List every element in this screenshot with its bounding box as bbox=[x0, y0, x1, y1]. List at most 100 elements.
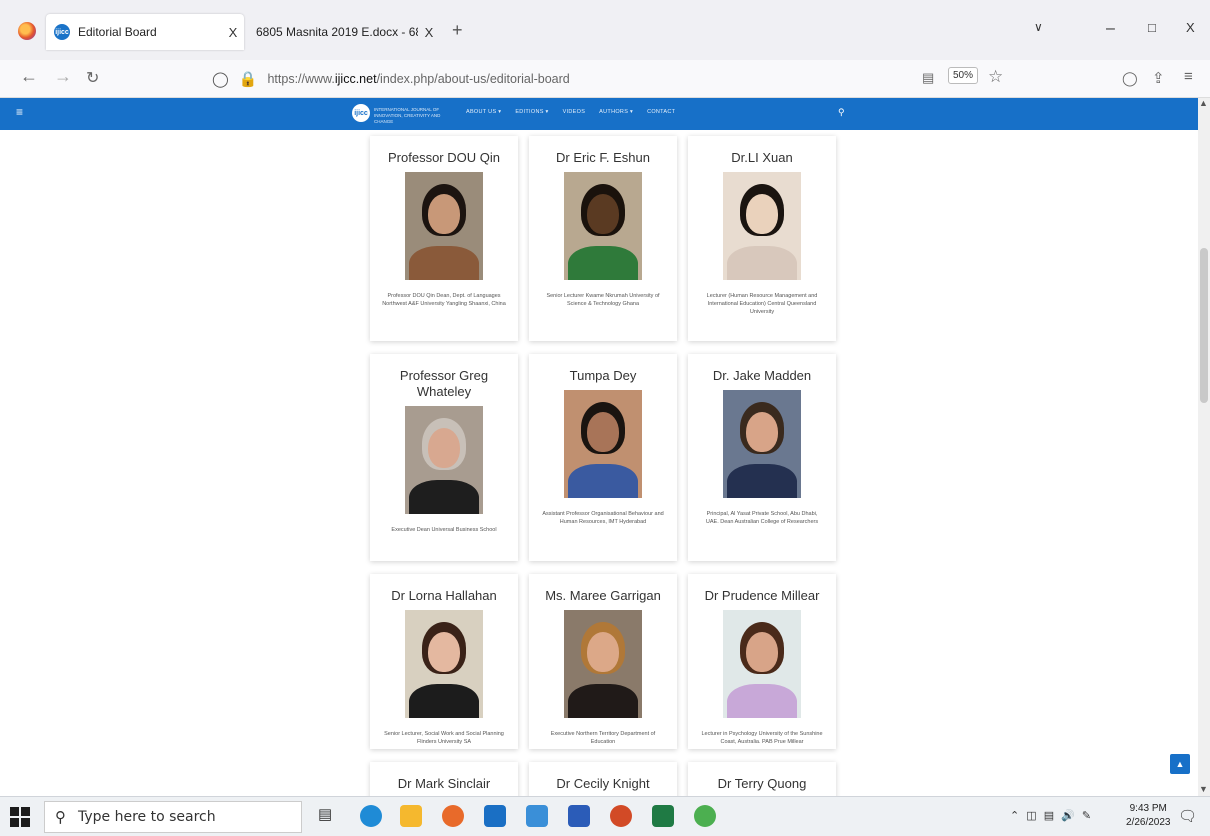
site-navbar: ≡ ijicc INTERNATIONAL JOURNAL OF INNOVAT… bbox=[0, 98, 1198, 130]
board-member-name: Dr Mark Sinclair bbox=[397, 776, 491, 791]
board-member-photo bbox=[564, 390, 642, 498]
board-member-description: Professor DOU Qin Dean, Dept. of Languag… bbox=[382, 293, 506, 307]
close-window-button[interactable]: X bbox=[1186, 20, 1195, 35]
board-member-photo bbox=[405, 610, 483, 718]
photo-face bbox=[587, 412, 619, 452]
windows-taskbar: ⚲ Type here to search ▤ ⌃ ◫ ▤ 🔊 ✎ 9:43 P… bbox=[0, 796, 1210, 836]
menu-videos[interactable]: VIDEOS bbox=[563, 109, 586, 115]
ijicc-favicon-icon: ijicc bbox=[54, 24, 70, 40]
back-to-top-button[interactable]: ▲ bbox=[1170, 754, 1190, 774]
photo-face bbox=[746, 632, 778, 672]
photo-face bbox=[587, 632, 619, 672]
menu-contact[interactable]: CONTACT bbox=[647, 109, 675, 115]
site-logo[interactable]: ijicc bbox=[352, 104, 370, 122]
menu-authors[interactable]: AUTHORS ▾ bbox=[599, 109, 633, 115]
bookmark-star-icon[interactable]: ☆ bbox=[988, 67, 1003, 87]
page-scrollbar[interactable]: ▲ ▼ bbox=[1198, 98, 1210, 796]
minimize-button[interactable]: – bbox=[1106, 20, 1115, 38]
clock-time: 9:43 PM bbox=[1129, 803, 1167, 814]
taskbar-clock[interactable]: 9:43 PM 2/26/2023 bbox=[1126, 802, 1171, 830]
tab-editorial-board[interactable]: ijicc Editorial Board X bbox=[46, 14, 244, 50]
photo-body bbox=[568, 684, 638, 718]
url-host: ijicc.net bbox=[334, 72, 377, 86]
back-icon[interactable]: ← bbox=[20, 66, 38, 87]
powerpoint-icon[interactable] bbox=[610, 805, 632, 827]
new-tab-button[interactable]: + bbox=[452, 20, 463, 41]
search-icon: ⚲ bbox=[55, 808, 66, 826]
board-member-card: Dr. Jake Madden Principal, Al Yasat Priv… bbox=[688, 354, 836, 561]
board-member-description: Principal, Al Yasat Private School, Abu … bbox=[705, 511, 819, 525]
photo-face bbox=[428, 428, 460, 468]
scroll-up-icon[interactable]: ▲ bbox=[1199, 98, 1208, 108]
board-member-photo bbox=[564, 172, 642, 280]
board-member-photo bbox=[723, 610, 801, 718]
tab-docx[interactable]: 6805 Masnita 2019 E.docx - 6805_M… X bbox=[250, 14, 440, 50]
store-icon[interactable] bbox=[526, 805, 548, 827]
board-member-description: Lecturer (Human Resource Management and … bbox=[706, 293, 818, 315]
task-view-icon[interactable]: ▤ bbox=[318, 805, 340, 827]
menu-about-us[interactable]: ABOUT US ▾ bbox=[466, 109, 501, 115]
browser-tabstrip: ijicc Editorial Board X 6805 Masnita 201… bbox=[0, 0, 1210, 60]
photo-face bbox=[746, 412, 778, 452]
firefox-logo-icon[interactable] bbox=[18, 22, 36, 40]
share-icon[interactable]: ⇪ bbox=[1152, 69, 1165, 87]
edge-icon[interactable] bbox=[360, 805, 382, 827]
photo-face bbox=[587, 194, 619, 234]
board-member-card: Dr Eric F. Eshun Senior Lecturer Kwame N… bbox=[529, 136, 677, 341]
editorial-board-grid: Professor DOU Qin Professor DOU Qin Dean… bbox=[370, 136, 836, 796]
menu-editions[interactable]: EDITIONS ▾ bbox=[515, 109, 548, 115]
lock-icon[interactable]: 🔒 bbox=[239, 70, 258, 88]
board-member-name: Dr Cecily Knight bbox=[556, 776, 650, 791]
board-member-card: Ms. Maree Garrigan Executive Northern Te… bbox=[529, 574, 677, 749]
board-member-card: Tumpa Dey Assistant Professor Organisati… bbox=[529, 354, 677, 561]
tracking-shield-icon[interactable]: ◯ bbox=[212, 70, 229, 88]
board-member-photo bbox=[564, 610, 642, 718]
excel-icon[interactable] bbox=[652, 805, 674, 827]
scroll-down-icon[interactable]: ▼ bbox=[1199, 784, 1208, 794]
scroll-thumb[interactable] bbox=[1200, 248, 1208, 403]
board-member-card: Dr Cecily Knight bbox=[529, 762, 677, 796]
board-member-description: Assistant Professor Organisational Behav… bbox=[542, 511, 664, 525]
url-prefix: https://www. bbox=[267, 72, 335, 86]
taskbar-search-input[interactable]: ⚲ Type here to search bbox=[44, 801, 302, 833]
photo-face bbox=[746, 194, 778, 234]
board-member-name: Professor Greg Whateley bbox=[399, 368, 489, 399]
board-member-name: Dr Prudence Millear bbox=[704, 588, 820, 603]
hamburger-icon[interactable]: ≡ bbox=[16, 105, 23, 119]
photo-body bbox=[727, 246, 797, 280]
url-path: /index.php/about-us/editorial-board bbox=[376, 72, 570, 86]
board-member-description: Executive Dean Universal Business School bbox=[391, 527, 497, 533]
board-member-name: Dr Eric F. Eshun bbox=[556, 150, 650, 165]
tab-title: 6805 Masnita 2019 E.docx - 6805_M… bbox=[256, 25, 418, 39]
list-tabs-button[interactable]: ∨ bbox=[1034, 20, 1043, 34]
board-member-photo bbox=[723, 390, 801, 498]
reader-view-icon[interactable]: ▤ bbox=[922, 70, 934, 86]
windows-start-icon[interactable] bbox=[10, 807, 30, 827]
restore-button[interactable]: □ bbox=[1148, 20, 1156, 35]
forward-icon[interactable]: → bbox=[54, 66, 72, 87]
board-member-card: Professor DOU Qin Professor DOU Qin Dean… bbox=[370, 136, 518, 341]
word-icon[interactable] bbox=[568, 805, 590, 827]
file-explorer-icon[interactable] bbox=[400, 805, 422, 827]
menu-icon[interactable]: ≡ bbox=[1184, 68, 1193, 85]
photo-body bbox=[727, 464, 797, 498]
board-member-card: Dr Prudence Millear Lecturer in Psycholo… bbox=[688, 574, 836, 749]
tab-close-button[interactable]: X bbox=[418, 25, 440, 40]
chrome-icon[interactable] bbox=[694, 805, 716, 827]
reload-icon[interactable]: ↻ bbox=[86, 68, 99, 88]
mail-icon[interactable] bbox=[484, 805, 506, 827]
pocket-icon[interactable]: ◯ bbox=[1122, 70, 1138, 87]
board-member-name: Dr Lorna Hallahan bbox=[391, 588, 497, 603]
zoom-level-button[interactable]: 50% bbox=[948, 67, 979, 84]
board-member-name: Dr Terry Quong bbox=[717, 776, 807, 791]
tab-close-button[interactable]: X bbox=[222, 25, 244, 40]
url-bar[interactable]: ◯ 🔒 https://www. ijicc.net/index.php/abou… bbox=[212, 65, 1012, 93]
notifications-icon[interactable]: 🗨 bbox=[1178, 807, 1197, 825]
board-member-name: Dr. Jake Madden bbox=[712, 368, 812, 383]
board-member-description: Executive Northern Territory Department … bbox=[550, 731, 656, 745]
firefox-icon[interactable] bbox=[442, 805, 464, 827]
system-tray-icons[interactable]: ⌃ ◫ ▤ 🔊 ✎ bbox=[1010, 809, 1093, 822]
board-member-name: Dr.LI Xuan bbox=[731, 150, 793, 165]
site-search-icon[interactable]: ⚲ bbox=[838, 107, 845, 118]
photo-body bbox=[409, 246, 479, 280]
